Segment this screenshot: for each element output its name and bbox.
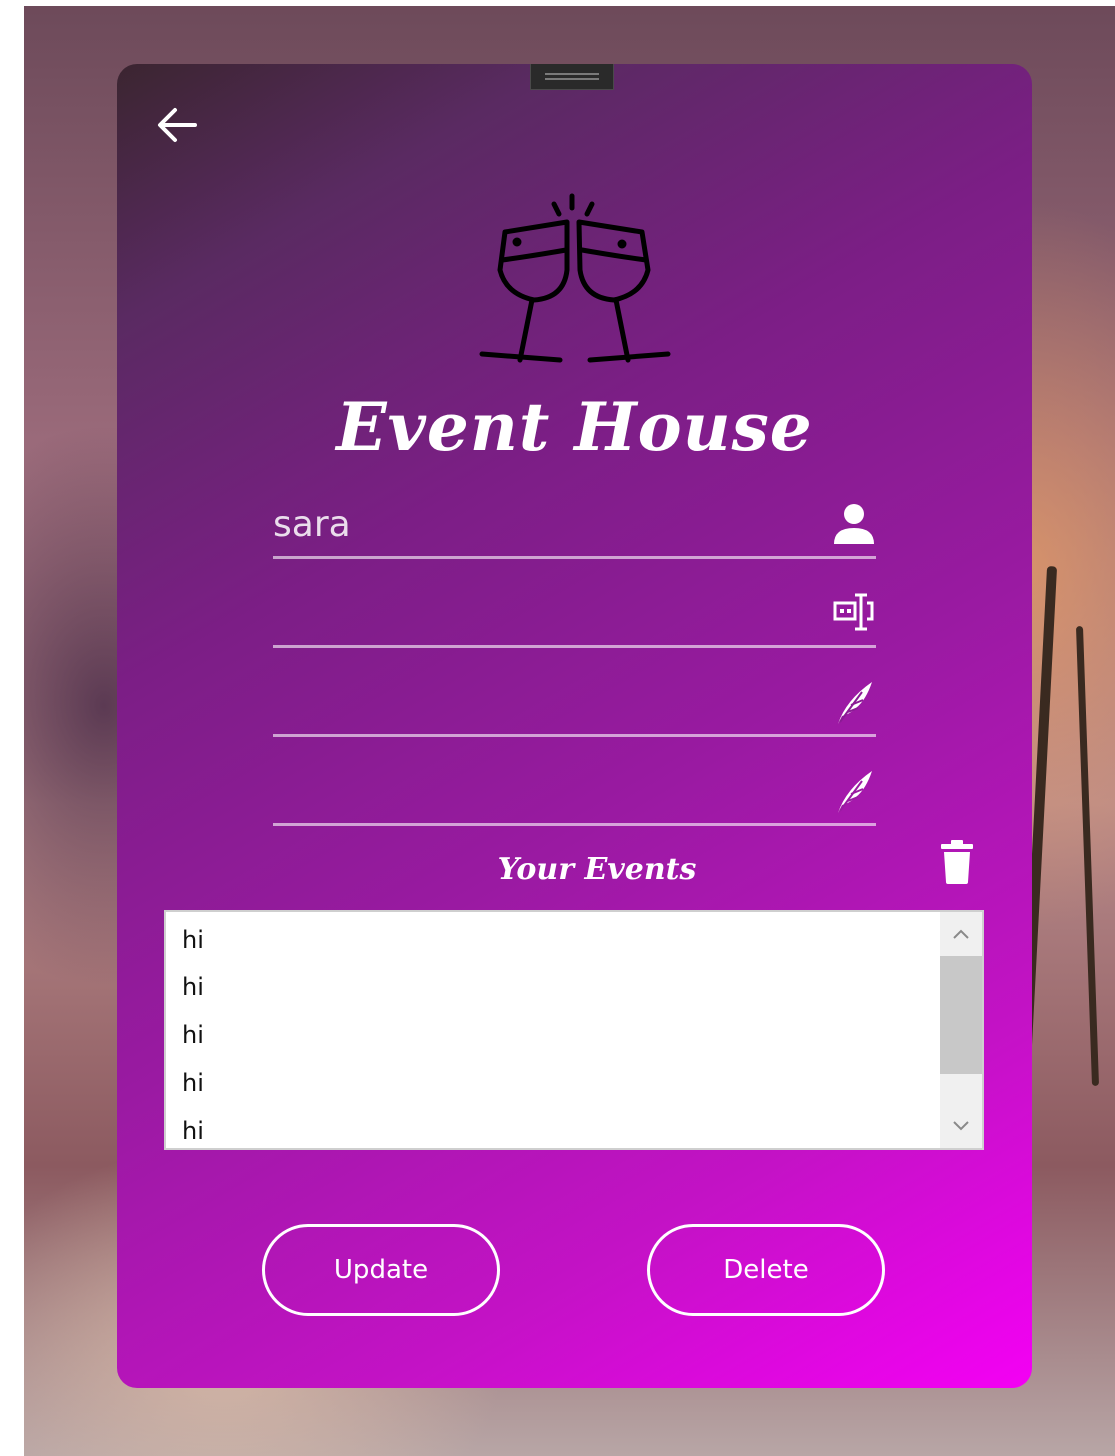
delete-button[interactable]: Delete [647,1224,885,1316]
text-field-4 [273,763,876,826]
chevron-down-icon [953,1121,969,1131]
field-3-input[interactable] [273,674,813,730]
wine-glasses-cheers-icon [479,193,671,363]
event-house-window: Event House sara Your Events hi hi hi hi… [117,64,1032,1388]
update-button[interactable]: Update [262,1224,500,1316]
list-item[interactable]: hi [182,1021,204,1067]
text-field-3 [273,674,876,737]
arrow-left-icon [158,108,197,142]
window-drag-handle[interactable] [530,64,614,90]
palm-tree-decoration [1075,626,1100,1086]
trash-icon [941,840,973,884]
field-2-input[interactable] [273,585,813,641]
list-item[interactable]: hi [182,926,204,972]
scroll-thumb[interactable] [940,956,982,1074]
your-events-heading: Your Events [497,852,697,887]
list-item[interactable]: hi [182,973,204,1019]
text-cursor-field-icon [833,593,874,631]
person-icon [834,504,874,544]
vertical-scrollbar[interactable] [940,912,982,1148]
field-4-input[interactable] [273,763,813,819]
scroll-down-button[interactable] [940,1104,982,1148]
list-item[interactable]: hi [182,1117,204,1148]
text-field-2 [273,585,876,648]
username-input[interactable] [273,496,813,552]
list-item[interactable]: hi [182,1069,204,1115]
feather-quill-icon [838,771,872,813]
chevron-up-icon [953,929,969,939]
trash-button[interactable] [940,840,974,884]
scroll-up-button[interactable] [940,912,982,956]
feather-quill-icon [838,682,872,724]
back-button[interactable] [151,102,203,148]
app-title: Event House [336,388,813,466]
username-field [273,496,876,559]
events-listbox[interactable]: hi hi hi hi hi [164,910,984,1150]
